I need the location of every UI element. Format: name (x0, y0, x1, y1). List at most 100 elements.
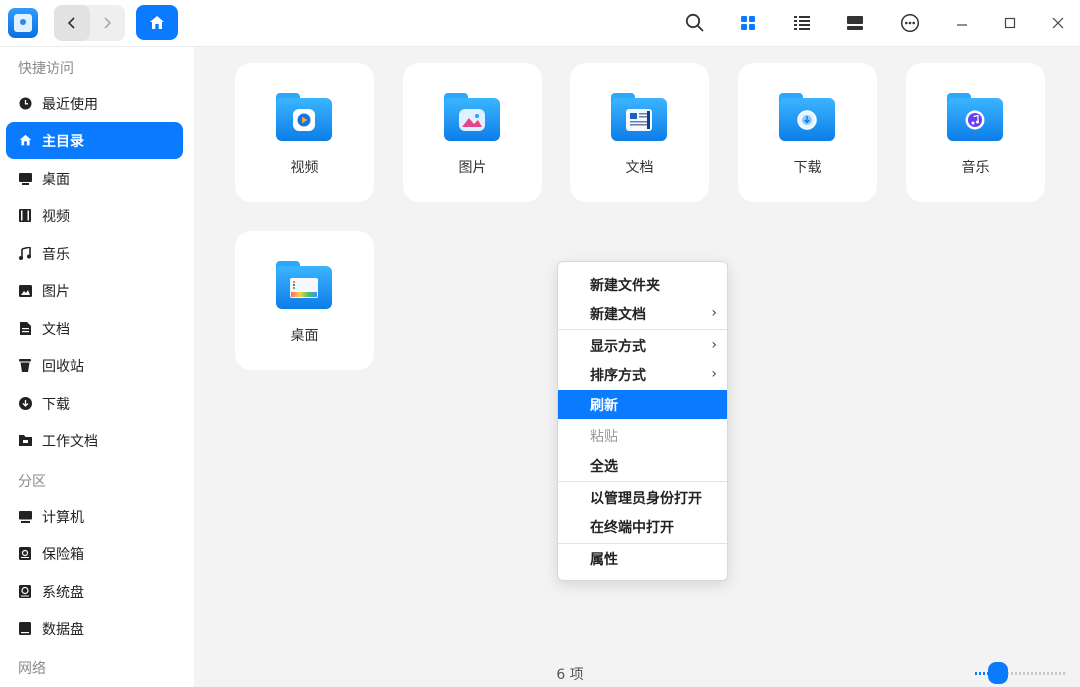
trash-icon (18, 359, 32, 373)
sidebar-item-work-docs[interactable]: 工作文档 (6, 422, 183, 459)
search-icon (685, 13, 704, 32)
folder-label: 文档 (625, 160, 654, 176)
menu-item-properties[interactable]: 属性 (558, 544, 727, 573)
desktop-folder-icon (276, 261, 332, 309)
sidebar-item-documents[interactable]: 文档 (6, 310, 183, 347)
sidebar-item-label: 文档 (42, 321, 70, 338)
system-disk-icon (18, 585, 32, 599)
sidebar-item-label: 下载 (42, 396, 70, 413)
folder-label: 音乐 (961, 160, 990, 176)
more-button[interactable] (898, 11, 922, 35)
picture-icon (18, 284, 32, 298)
menu-item-refresh[interactable]: 刷新 (558, 390, 727, 419)
sidebar-item-downloads[interactable]: 下载 (6, 385, 183, 422)
chevron-right-icon: › (711, 305, 717, 321)
sidebar-item-label: 视频 (42, 208, 70, 225)
download-folder-icon (779, 93, 835, 141)
menu-item-label: 新建文档 (590, 306, 646, 323)
sidebar-item-data-disk[interactable]: 数据盘 (6, 610, 183, 647)
home-button[interactable] (136, 5, 178, 40)
detail-view-button[interactable] (843, 11, 867, 35)
sidebar-item-computer[interactable]: 计算机 (6, 498, 183, 535)
sidebar-section-network: 网络 (18, 661, 46, 677)
forward-button[interactable] (90, 5, 126, 41)
zoom-slider-fill (975, 672, 989, 675)
zoom-slider-thumb[interactable] (988, 662, 1008, 684)
document-icon (18, 322, 32, 336)
menu-item-open-as-admin[interactable]: 以管理员身份打开 (558, 483, 727, 512)
sidebar-item-vault[interactable]: 保险箱 (6, 535, 183, 572)
sidebar-item-label: 保险箱 (42, 546, 84, 563)
sidebar-item-label: 系统盘 (42, 584, 84, 601)
sidebar-item-label: 音乐 (42, 246, 70, 263)
item-count: 6 项 (556, 667, 584, 683)
context-menu: 新建文件夹 新建文档 › 显示方式 › 排序方式 › 刷新 粘贴 全选 以管理员… (557, 261, 728, 581)
video-folder-icon (276, 93, 332, 141)
desktop-icon (18, 172, 32, 186)
sidebar-item-videos[interactable]: 视频 (6, 197, 183, 234)
sidebar-item-label: 数据盘 (42, 621, 84, 638)
chevron-right-icon (104, 17, 112, 29)
folder-tile-downloads[interactable]: 下载 (738, 63, 877, 202)
music-folder-icon (947, 93, 1003, 141)
folder-tile-music[interactable]: 音乐 (906, 63, 1045, 202)
search-button[interactable] (683, 11, 707, 35)
icon-view-button[interactable] (736, 11, 760, 35)
folder-label: 图片 (458, 160, 487, 176)
sidebar-item-trash[interactable]: 回收站 (6, 347, 183, 384)
menu-item-new-folder[interactable]: 新建文件夹 (558, 270, 727, 299)
menu-item-sort-by[interactable]: 排序方式 › (558, 360, 727, 389)
sidebar-item-label: 图片 (42, 283, 70, 300)
picture-folder-icon (444, 93, 500, 141)
sidebar-item-music[interactable]: 音乐 (6, 235, 183, 272)
sidebar-item-label: 回收站 (42, 358, 84, 375)
folder-tile-videos[interactable]: 视频 (235, 63, 374, 202)
menu-item-select-all[interactable]: 全选 (558, 451, 727, 480)
chevron-right-icon: › (711, 366, 717, 382)
menu-item-label: 以管理员身份打开 (590, 490, 702, 507)
maximize-icon (1004, 17, 1016, 29)
folder-icon (18, 434, 32, 448)
title-bar (0, 0, 1080, 47)
sidebar-item-desktop[interactable]: 桌面 (6, 160, 183, 197)
menu-item-label: 新建文件夹 (590, 277, 660, 294)
sidebar-item-system-disk[interactable]: 系统盘 (6, 573, 183, 610)
sidebar: 快捷访问 最近使用 主目录 桌面 视频 音乐 图片 文档 回收站 下载 工作文档… (0, 47, 194, 687)
menu-item-label: 刷新 (590, 397, 618, 414)
sidebar-section-partitions: 分区 (18, 474, 46, 490)
folder-label: 视频 (290, 160, 319, 176)
detail-view-icon (847, 16, 863, 30)
back-button[interactable] (54, 5, 90, 41)
close-button[interactable] (1046, 11, 1070, 35)
data-disk-icon (18, 622, 32, 636)
menu-separator (558, 329, 727, 330)
menu-item-label: 排序方式 (590, 367, 646, 384)
menu-item-open-in-terminal[interactable]: 在终端中打开 (558, 512, 727, 541)
chevron-left-icon (67, 17, 75, 29)
folder-tile-documents[interactable]: 文档 (570, 63, 709, 202)
vault-icon (18, 547, 32, 561)
sidebar-item-pictures[interactable]: 图片 (6, 272, 183, 309)
menu-item-display-mode[interactable]: 显示方式 › (558, 331, 727, 360)
menu-item-paste[interactable]: 粘贴 (558, 421, 727, 450)
download-icon (18, 397, 32, 411)
menu-item-new-document[interactable]: 新建文档 › (558, 299, 727, 328)
minimize-button[interactable] (950, 11, 974, 35)
maximize-button[interactable] (998, 11, 1022, 35)
folder-label: 下载 (793, 160, 822, 176)
app-logo-icon (8, 8, 38, 38)
sidebar-section-quick-access: 快捷访问 (18, 61, 74, 77)
folder-tile-pictures[interactable]: 图片 (403, 63, 542, 202)
navigation-buttons (54, 5, 125, 41)
folder-tile-desktop[interactable]: 桌面 (235, 231, 374, 370)
list-view-button[interactable] (790, 11, 814, 35)
menu-item-label: 粘贴 (590, 428, 618, 445)
document-folder-icon (611, 93, 667, 141)
sidebar-item-label: 计算机 (42, 509, 84, 526)
home-icon (150, 15, 164, 29)
sidebar-item-label: 工作文档 (42, 433, 98, 450)
sidebar-item-recent[interactable]: 最近使用 (6, 85, 183, 122)
menu-item-label: 在终端中打开 (590, 519, 674, 536)
sidebar-item-home[interactable]: 主目录 (6, 122, 183, 159)
menu-item-label: 显示方式 (590, 338, 646, 355)
